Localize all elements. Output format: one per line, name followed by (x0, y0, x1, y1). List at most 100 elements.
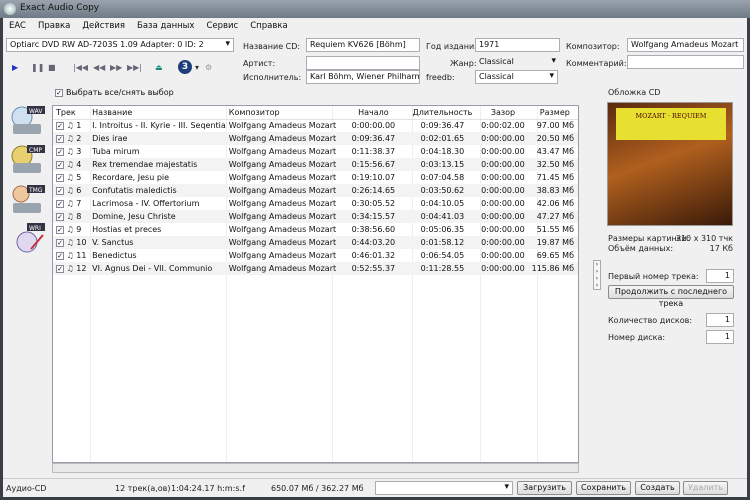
composer-cell[interactable]: Wolfgang Amadeus Mozart (225, 210, 337, 223)
table-row[interactable]: ✓ ♫ 10 V. Sanctus Wolfgang Amadeus Mozar… (53, 236, 578, 249)
menu-tools[interactable]: Сервис (206, 21, 238, 31)
checkbox-icon[interactable]: ✓ (56, 121, 64, 130)
comment-input[interactable] (627, 55, 744, 69)
table-row[interactable]: ✓ ♫ 4 Rex tremendae majestatis Wolfgang … (53, 158, 578, 171)
disc-number-input[interactable]: 1 (706, 330, 734, 344)
menu-database[interactable]: База данных (137, 21, 194, 31)
eject-icon[interactable]: ⏏ (155, 63, 163, 72)
table-row[interactable]: ✓ ♫ 1 I. Introitus - II. Kyrie - III. Se… (53, 119, 578, 132)
composer-cell[interactable]: Wolfgang Amadeus Mozart (225, 158, 337, 171)
create-button[interactable]: Создать (635, 481, 680, 495)
track-cell[interactable]: ✓ ♫ 10 (53, 236, 90, 249)
select-all-checkbox[interactable]: ✓ Выбрать все/снять выбор (55, 88, 174, 97)
track-cell[interactable]: ✓ ♫ 8 (53, 210, 90, 223)
table-row[interactable]: ✓ ♫ 3 Tuba mirum Wolfgang Amadeus Mozart… (53, 145, 578, 158)
play-icon[interactable]: ▶ (12, 63, 18, 72)
prev-track-icon[interactable]: |◀◀ (73, 63, 88, 72)
checkbox-icon[interactable]: ✓ (56, 160, 64, 169)
table-row[interactable]: ✓ ♫ 7 Lacrimosa - IV. Offertorium Wolfga… (53, 197, 578, 210)
horizontal-scrollbar[interactable] (52, 463, 579, 473)
composer-cell[interactable]: Wolfgang Amadeus Mozart (226, 119, 336, 132)
table-row[interactable]: ✓ ♫ 9 Hostias et preces Wolfgang Amadeus… (53, 223, 578, 236)
checkbox-icon[interactable]: ✓ (56, 212, 64, 221)
performer-input[interactable]: Karl Böhm, Wiener Philharmoniker (306, 70, 420, 84)
col-size[interactable]: Размер (528, 106, 578, 120)
cd-title-input[interactable]: Requiem KV626 [Böhm] (306, 38, 420, 52)
composer-cell[interactable]: Wolfgang Amadeus Mozart (226, 223, 336, 236)
forward-icon[interactable]: ▶▶ (110, 63, 122, 72)
col-composer[interactable]: Композитор (225, 106, 337, 120)
load-button[interactable]: Загрузить (517, 481, 572, 495)
rewind-icon[interactable]: ◀◀ (93, 63, 105, 72)
save-button[interactable]: Сохранить (576, 481, 631, 495)
checkbox-icon[interactable]: ✓ (56, 186, 64, 195)
panel-toggle-button[interactable]: › › › › (593, 260, 601, 290)
title-cell[interactable]: V. Sanctus (89, 236, 226, 249)
composer-cell[interactable]: Wolfgang Amadeus Mozart (226, 171, 336, 184)
checkbox-icon[interactable]: ✓ (56, 264, 64, 273)
artist-input[interactable] (306, 56, 420, 70)
composer-cell[interactable]: Wolfgang Amadeus Mozart (225, 184, 337, 197)
track-cell[interactable]: ✓ ♫ 3 (53, 145, 89, 158)
next-track-icon[interactable]: ▶▶| (127, 63, 142, 72)
genre-select[interactable]: Classical (475, 55, 560, 69)
checkbox-icon[interactable]: ✓ (56, 173, 64, 182)
pause-icon[interactable]: ❚❚ (31, 63, 44, 72)
drive-select[interactable]: Optiarc DVD RW AD-7203S 1.09 Adapter: 0 … (6, 38, 234, 52)
col-length[interactable]: Длительность (407, 106, 475, 120)
title-cell[interactable]: Benedictus (89, 249, 226, 262)
disc-count-input[interactable]: 1 (706, 313, 734, 327)
title-cell[interactable]: Tuba mirum (89, 145, 226, 158)
profile-select[interactable] (375, 481, 513, 495)
menu-help[interactable]: Справка (250, 21, 287, 31)
title-cell[interactable]: Hostias et preces (89, 223, 226, 236)
composer-cell[interactable]: Wolfgang Amadeus Mozart (226, 249, 336, 262)
table-row[interactable]: ✓ ♫ 12 VI. Agnus Dei - VII. Communio Wol… (53, 262, 578, 275)
table-row[interactable]: ✓ ♫ 8 Domine, Jesu Christe Wolfgang Amad… (53, 210, 578, 223)
title-cell[interactable]: Rex tremendae majestatis (89, 158, 226, 171)
cd-cover-image[interactable]: MOZART · REQUIEM (607, 102, 733, 226)
composer-cell[interactable]: Wolfgang Amadeus Mozart (225, 132, 337, 145)
title-cell[interactable]: Dies irae (89, 132, 226, 145)
test-gaps-icon[interactable]: TMG (9, 183, 47, 217)
title-cell[interactable]: Confutatis maledictis (89, 184, 226, 197)
checkbox-icon[interactable]: ✓ (56, 147, 64, 156)
composer-cell[interactable]: Wolfgang Amadeus Mozart (225, 236, 337, 249)
delete-button[interactable]: Удалить (683, 481, 728, 495)
col-start[interactable]: Начало (336, 106, 408, 120)
table-row[interactable]: ✓ ♫ 11 Benedictus Wolfgang Amadeus Mozar… (53, 249, 578, 262)
year-input[interactable]: 1971 (475, 38, 560, 52)
track-cell[interactable]: ✓ ♫ 5 (53, 171, 89, 184)
first-track-input[interactable]: 1 (706, 269, 734, 283)
copy-wav-icon[interactable]: WAV (9, 104, 47, 138)
checkbox-icon[interactable]: ✓ (56, 199, 64, 208)
title-cell[interactable]: VI. Agnus Dei - VII. Communio (89, 262, 226, 275)
checkbox-icon[interactable]: ✓ (56, 238, 64, 247)
track-cell[interactable]: ✓ ♫ 6 (53, 184, 90, 197)
menu-edit[interactable]: Правка (38, 21, 70, 31)
checkbox-icon[interactable]: ✓ (55, 88, 63, 97)
title-cell[interactable]: Domine, Jesu Christe (89, 210, 226, 223)
title-cell[interactable]: Recordare, Jesu pie (89, 171, 226, 184)
drive-number-icon[interactable]: 3 (178, 60, 192, 74)
chevron-down-icon[interactable]: ▾ (195, 63, 199, 72)
track-cell[interactable]: ✓ ♫ 12 (53, 262, 90, 275)
track-cell[interactable]: ✓ ♫ 4 (53, 158, 90, 171)
checkbox-icon[interactable]: ✓ (56, 251, 64, 260)
checkbox-icon[interactable]: ✓ (56, 134, 64, 143)
col-track[interactable]: Трек (53, 106, 90, 120)
continue-from-last-track-button[interactable]: Продолжить с последнего трека (608, 285, 734, 308)
track-cell[interactable]: ✓ ♫ 7 (53, 197, 89, 210)
track-cell[interactable]: ✓ ♫ 9 (53, 223, 89, 236)
menu-eac[interactable]: EAC (9, 21, 26, 31)
composer-cell[interactable]: Wolfgang Amadeus Mozart (226, 145, 336, 158)
table-row[interactable]: ✓ ♫ 5 Recordare, Jesu pie Wolfgang Amade… (53, 171, 578, 184)
stop-icon[interactable]: ■ (48, 63, 56, 72)
copy-compressed-icon[interactable]: CMP (9, 143, 47, 177)
write-cd-icon[interactable]: WRI (9, 221, 47, 255)
track-cell[interactable]: ✓ ♫ 11 (53, 249, 89, 262)
menu-actions[interactable]: Действия (82, 21, 125, 31)
checkbox-icon[interactable]: ✓ (56, 225, 64, 234)
track-cell[interactable]: ✓ ♫ 1 (53, 119, 89, 132)
composer-cell[interactable]: Wolfgang Amadeus Mozart (226, 197, 336, 210)
